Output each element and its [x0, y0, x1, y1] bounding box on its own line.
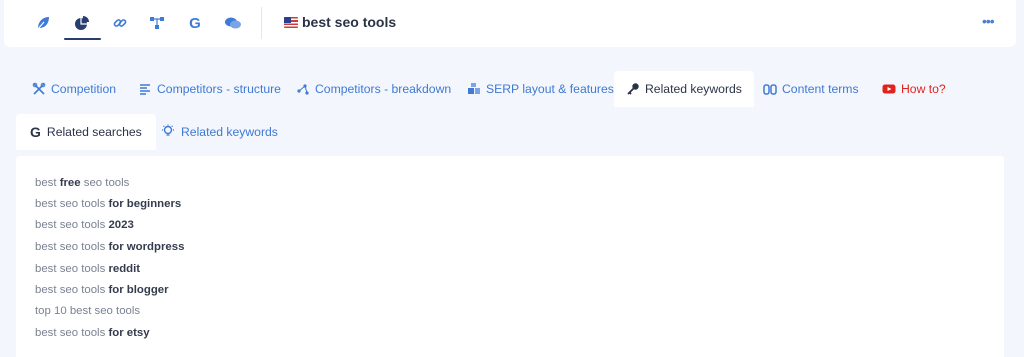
network-icon[interactable] [146, 12, 168, 34]
tab-label: Competitors - breakdown [315, 82, 452, 96]
tab-label: Related keywords [645, 82, 742, 96]
tab-serp-layout-features[interactable]: SERP layout & features [467, 71, 614, 107]
tab-label: How to? [901, 82, 946, 96]
subtab-label: Related searches [46, 125, 142, 139]
tab-label: Competition [51, 82, 117, 96]
subtab-related-keywords[interactable]: Related keywords [161, 114, 278, 150]
subtab-label: Related keywords [181, 125, 278, 139]
related-search-item[interactable]: best seo tools for etsy [35, 327, 150, 339]
tab-label: Content terms [782, 82, 859, 96]
active-tool-indicator [64, 38, 101, 40]
tab-competition[interactable]: Competition [32, 71, 116, 107]
related-search-item[interactable]: best free seo tools [35, 177, 129, 189]
top-toolbar: G best seo tools ••• [4, 0, 1016, 47]
tab-label: SERP layout & features [486, 82, 614, 96]
us-flag-icon [284, 17, 298, 28]
link-icon[interactable] [109, 12, 131, 34]
chat-icon[interactable] [222, 12, 244, 34]
google-icon: G [30, 124, 41, 140]
subtab-related-searches[interactable]: G Related searches [16, 114, 156, 150]
list-icon [138, 82, 152, 96]
toolbar-divider [261, 7, 262, 39]
related-searches-panel: best free seo tools best seo tools for b… [16, 156, 1004, 357]
tab-label: Competitors - structure [157, 82, 281, 96]
tab-related-keywords[interactable]: Related keywords [614, 71, 754, 107]
tab-competitors-breakdown[interactable]: Competitors - breakdown [296, 71, 451, 107]
pie-chart-icon[interactable] [71, 12, 93, 34]
bulb-icon [161, 124, 175, 141]
more-options-button[interactable]: ••• [982, 13, 995, 29]
blocks-icon [467, 82, 481, 96]
leaf-icon[interactable] [32, 12, 54, 34]
search-query: best seo tools [302, 14, 397, 30]
related-search-item[interactable]: best seo tools for blogger [35, 284, 169, 296]
tab-how-to[interactable]: How to? [882, 71, 946, 107]
binoculars-icon [763, 82, 777, 96]
related-search-item[interactable]: best seo tools for beginners [35, 198, 181, 210]
tab-content-terms[interactable]: Content terms [763, 71, 859, 107]
related-search-item[interactable]: best seo tools 2023 [35, 219, 134, 231]
google-icon[interactable]: G [184, 12, 206, 34]
related-search-item[interactable]: top 10 best seo tools [35, 305, 140, 317]
youtube-icon [882, 82, 896, 96]
tab-competitors-structure[interactable]: Competitors - structure [138, 71, 281, 107]
key-icon [626, 82, 640, 96]
related-search-item[interactable]: best seo tools reddit [35, 263, 140, 275]
nodes-icon [296, 82, 310, 96]
crossed-tools-icon [32, 82, 46, 96]
related-search-item[interactable]: best seo tools for wordpress [35, 241, 184, 253]
